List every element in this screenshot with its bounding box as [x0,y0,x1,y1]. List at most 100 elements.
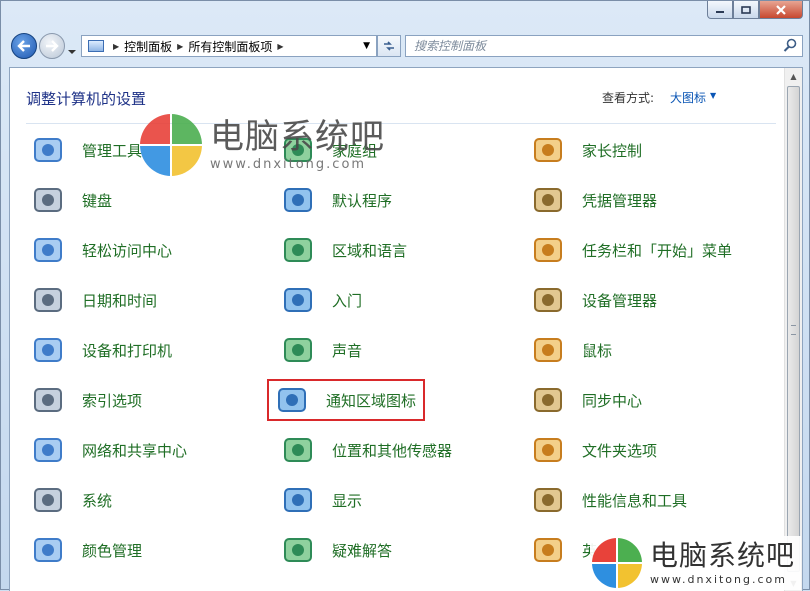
panel-item-intel-graphics[interactable]: 英 [530,532,597,568]
scroll-down-icon[interactable]: ▼ [785,575,802,591]
homegroup-icon [280,132,316,168]
refresh-button[interactable] [377,35,401,57]
back-button[interactable] [11,33,37,59]
panel-item-label: 日期和时间 [82,291,158,310]
search-icon[interactable] [783,38,797,52]
panel-item-notification-area-icons[interactable]: 通知区域图标 [266,379,426,421]
intel-graphics-icon [530,532,566,568]
scrollbar-grip [791,325,796,335]
maximize-button[interactable] [733,1,759,19]
panel-item-color-management[interactable]: 颜色管理 [30,532,142,568]
panel-item-label: 位置和其他传感器 [332,441,453,460]
panel-item-display[interactable]: 显示 [280,482,362,518]
vertical-scrollbar[interactable]: ▲ ▼ [784,68,802,591]
device-manager-icon [530,282,566,318]
panel-item-label: 设备管理器 [582,291,658,310]
maximize-icon [741,5,751,14]
getting-started-icon [280,282,316,318]
minimize-button[interactable] [707,1,733,19]
credential-manager-icon [530,182,566,218]
breadcrumb-control-panel[interactable]: 控制面板 [124,38,172,55]
panel-item-keyboard[interactable]: 键盘 [30,182,112,218]
chevron-down-icon [68,50,76,54]
back-arrow-icon [17,40,30,52]
indexing-options-icon [30,382,66,418]
breadcrumb-separator-icon: ▶ [277,41,284,51]
view-by-chevron-icon[interactable]: ▼ [710,91,716,100]
default-programs-icon [280,182,316,218]
ease-of-access-icon [30,232,66,268]
panel-item-label: 网络和共享中心 [82,441,188,460]
forward-arrow-icon [46,40,59,52]
location-sensors-icon [280,432,316,468]
panel-item-default-programs[interactable]: 默认程序 [280,182,392,218]
breadcrumb-separator-icon: ▶ [113,41,120,51]
panel-item-region-language[interactable]: 区域和语言 [280,232,407,268]
view-by-dropdown[interactable]: 大图标 [670,89,706,106]
panel-item-label: 文件夹选项 [582,441,658,460]
navigation-toolbar: ▶ 控制面板 ▶ 所有控制面板项 ▶ ▼ 搜索控制面板 [9,31,803,61]
refresh-icon [384,41,394,51]
keyboard-icon [30,182,66,218]
panel-item-performance-tools[interactable]: 性能信息和工具 [530,482,687,518]
network-sharing-icon [30,432,66,468]
panel-item-credential-manager[interactable]: 凭据管理器 [530,182,657,218]
panel-item-sync-center[interactable]: 同步中心 [530,382,642,418]
breadcrumb-all-items[interactable]: 所有控制面板项 [188,38,272,55]
address-dropdown-icon[interactable]: ▼ [363,41,370,51]
forward-button[interactable] [39,33,65,59]
search-input[interactable]: 搜索控制面板 [405,35,803,57]
search-placeholder: 搜索控制面板 [414,39,487,53]
panel-item-label: 显示 [332,491,363,510]
panel-item-troubleshooting[interactable]: 疑难解答 [280,532,392,568]
panel-item-label: 管理工具 [82,141,143,160]
panel-item-label: 颜色管理 [82,541,143,560]
mouse-icon [530,332,566,368]
admin-tools-icon [30,132,66,168]
scrollbar-thumb[interactable] [787,86,800,572]
panel-item-label: 家庭组 [332,141,378,160]
panel-item-label: 设备和打印机 [82,341,173,360]
panel-item-indexing-options[interactable]: 索引选项 [30,382,142,418]
page-title: 调整计算机的设置 [26,90,147,108]
panel-item-admin-tools[interactable]: 管理工具 [30,132,142,168]
address-bar[interactable]: ▶ 控制面板 ▶ 所有控制面板项 ▶ ▼ [81,35,377,57]
panel-item-folder-options[interactable]: 文件夹选项 [530,432,657,468]
panel-item-network-sharing[interactable]: 网络和共享中心 [30,432,187,468]
panel-item-mouse[interactable]: 鼠标 [530,332,612,368]
panel-item-taskbar-start-menu[interactable]: 任务栏和「开始」菜单 [530,232,732,268]
panel-item-sound[interactable]: 声音 [280,332,362,368]
display-icon [280,482,316,518]
panel-item-devices-printers[interactable]: 设备和打印机 [30,332,172,368]
panel-item-label: 入门 [332,291,363,310]
panel-item-label: 家长控制 [582,141,643,160]
panel-item-device-manager[interactable]: 设备管理器 [530,282,657,318]
panel-item-label: 键盘 [82,191,113,210]
panel-item-label: 凭据管理器 [582,191,658,210]
troubleshooting-icon [280,532,316,568]
panel-item-label: 声音 [332,341,363,360]
panel-item-label: 区域和语言 [332,241,408,260]
close-button[interactable] [759,1,803,19]
sync-center-icon [530,382,566,418]
close-icon [776,4,786,15]
control-panel-window: ▶ 控制面板 ▶ 所有控制面板项 ▶ ▼ 搜索控制面板 调整计算机的设置 查看方… [0,0,810,591]
recent-pages-dropdown[interactable] [67,43,77,59]
parental-controls-icon [530,132,566,168]
panel-item-system[interactable]: 系统 [30,482,112,518]
panel-item-label: 默认程序 [332,191,393,210]
panel-item-homegroup[interactable]: 家庭组 [280,132,377,168]
performance-tools-icon [530,482,566,518]
panel-item-parental-controls[interactable]: 家长控制 [530,132,642,168]
scroll-up-icon[interactable]: ▲ [785,68,802,85]
notification-area-icons-icon [274,382,310,418]
panel-item-ease-of-access[interactable]: 轻松访问中心 [30,232,172,268]
folder-options-icon [530,432,566,468]
panel-item-getting-started[interactable]: 入门 [280,282,362,318]
color-management-icon [30,532,66,568]
panel-item-label: 英 [582,541,598,560]
panel-item-location-sensors[interactable]: 位置和其他传感器 [280,432,452,468]
region-language-icon [280,232,316,268]
date-time-icon [30,282,66,318]
panel-item-date-time[interactable]: 日期和时间 [30,282,157,318]
